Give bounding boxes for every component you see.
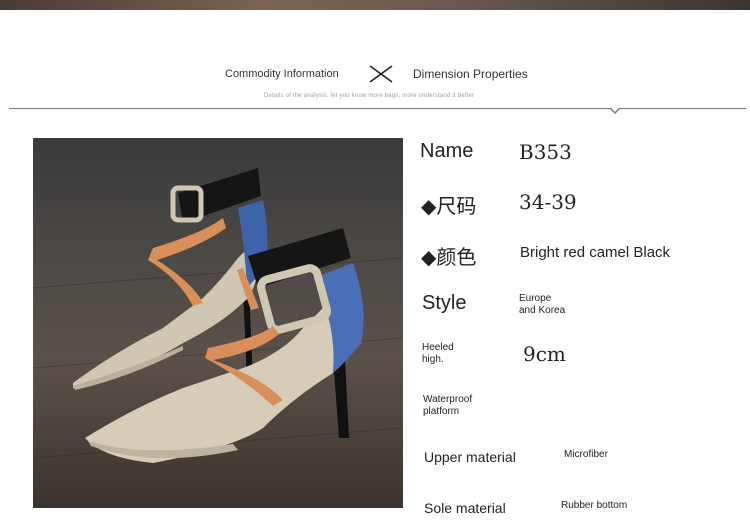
cross-icon [369,65,393,83]
product-photo [33,138,403,508]
header-subtitle: Details of the analysis, let you know mo… [264,93,475,99]
spec-label-upper-material: Upper material [424,449,516,465]
spec-label-size: ◆尺码 [421,196,477,218]
spec-value-color: Bright red camel Black [520,244,671,261]
spec-value-heel: 9cm [523,342,566,366]
spec-value-style-line2: and Korea [519,305,566,316]
spec-label-waterproof-line1: Waterproof [423,394,473,405]
high-heel-shoe-photo [33,168,403,463]
spec-label-name: Name [420,140,474,162]
commodity-information-title: Commodity Information [225,68,339,80]
spec-label-color: ◆颜色 [421,247,477,269]
spec-label-sole-material: Sole material [424,500,506,516]
spec-label-heel-line1: Heeled [422,342,454,353]
spec-value-name: B353 [519,140,572,164]
spec-value-upper-material: Microfiber [564,449,608,460]
section-divider [9,108,746,109]
spec-label-style: Style [422,292,467,314]
spec-label-heel-line2: high. [422,354,444,365]
spec-value-size: 34-39 [519,190,577,214]
spec-value-style-line1: Europe [519,293,552,304]
top-image-strip [0,0,750,10]
spec-label-waterproof-line2: platform [423,406,460,417]
dimension-properties-title: Dimension Properties [413,67,528,81]
spec-value-sole-material: Rubber bottom [561,500,628,511]
